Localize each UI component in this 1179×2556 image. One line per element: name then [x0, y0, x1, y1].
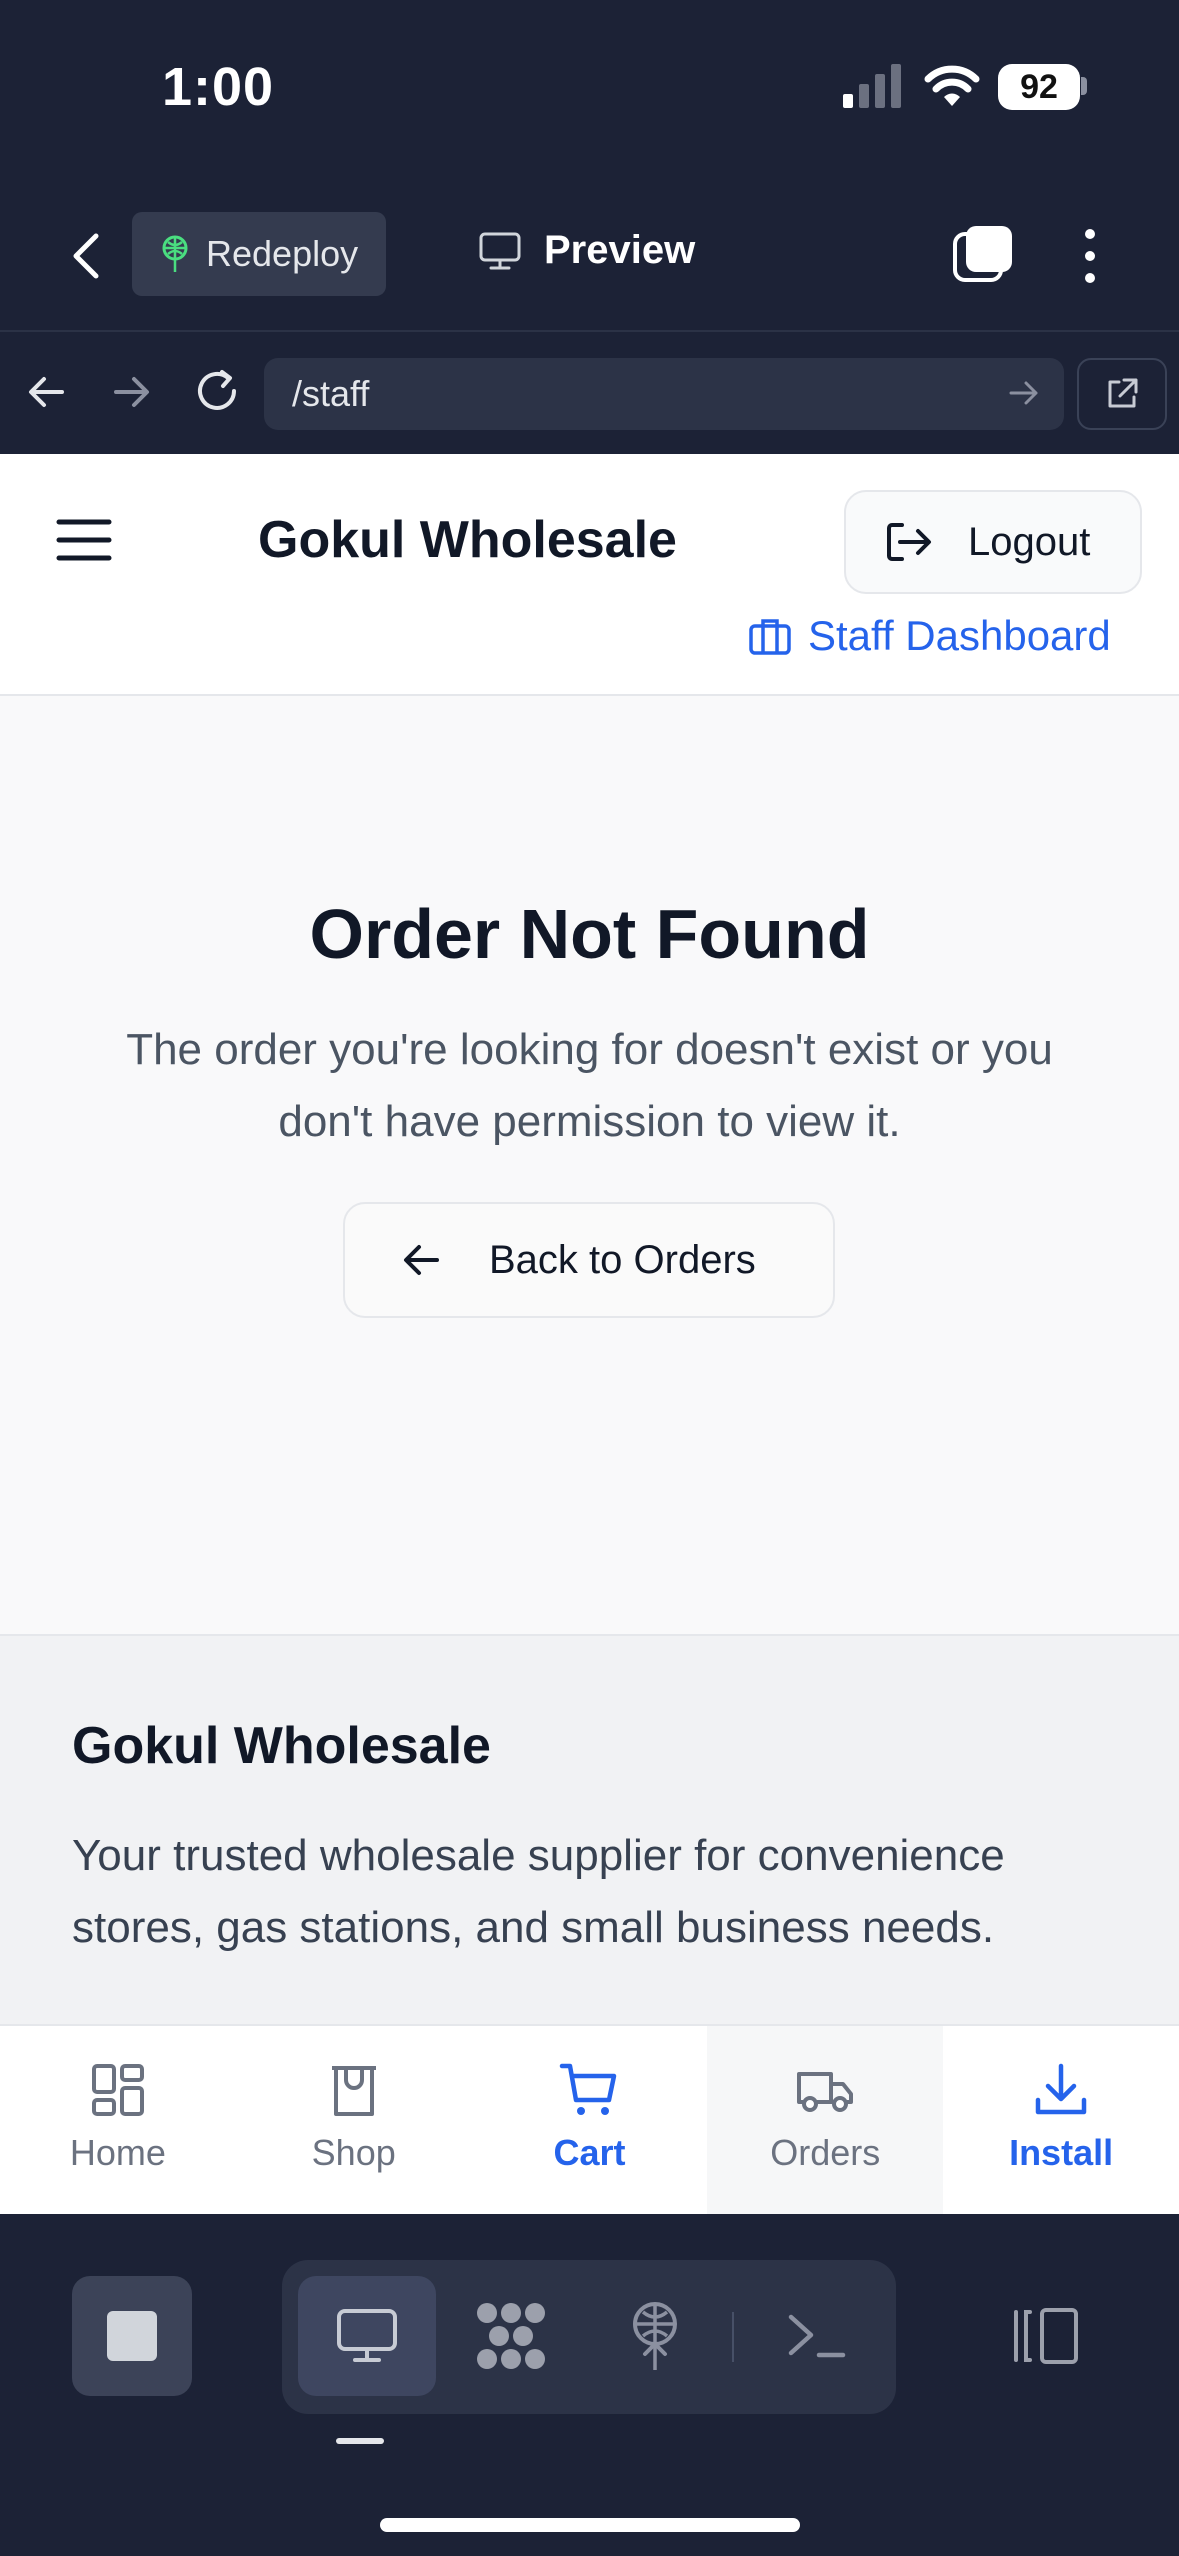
- apps-view-button[interactable]: [442, 2276, 580, 2396]
- app-header: Gokul Wholesale Logout Staff Dashboard: [0, 454, 1179, 696]
- status-time: 1:00: [162, 57, 275, 117]
- ide-view-switcher: [282, 2260, 896, 2414]
- site-footer: Gokul Wholesale Your trusted wholesale s…: [0, 1634, 1179, 2024]
- tabs-icon[interactable]: [952, 224, 1014, 286]
- cart-icon: [560, 2063, 617, 2115]
- redeploy-label: Redeploy: [206, 233, 359, 274]
- briefcase-icon: [749, 619, 791, 655]
- terminal-icon: [788, 2314, 846, 2358]
- footer-title: Gokul Wholesale: [72, 1717, 491, 1775]
- stop-button[interactable]: [72, 2276, 192, 2396]
- redeploy-button[interactable]: Redeploy: [132, 212, 386, 296]
- arrow-left-icon[interactable]: [24, 372, 68, 412]
- page-title: Order Not Found: [309, 895, 870, 973]
- battery-tip: [1081, 77, 1087, 95]
- active-tab-indicator: [336, 2438, 384, 2444]
- split-view-icon[interactable]: [1008, 2306, 1080, 2366]
- editor-toolbar: Redeploy Preview: [0, 180, 1179, 330]
- more-menu-icon[interactable]: [1080, 226, 1100, 286]
- nav-item-orders[interactable]: Orders: [707, 2026, 944, 2214]
- nav-item-shop[interactable]: Shop: [236, 2026, 472, 2214]
- nav-item-cart[interactable]: Cart: [472, 2026, 708, 2214]
- deploy-icon: [162, 235, 188, 272]
- shop-icon: [331, 2066, 376, 2116]
- main-content: Order Not Found The order you're looking…: [0, 696, 1179, 1634]
- nav-label-cart: Cart: [553, 2132, 626, 2173]
- reload-icon[interactable]: [192, 366, 242, 416]
- bottom-navigation: Home Shop Cart Orders Install: [0, 2024, 1179, 2214]
- stop-icon: [107, 2311, 157, 2361]
- logout-button[interactable]: Logout: [844, 490, 1142, 594]
- brand-title[interactable]: Gokul Wholesale: [258, 510, 677, 570]
- nav-label-orders: Orders: [770, 2132, 881, 2173]
- monitor-icon: [479, 232, 521, 269]
- preview-toggle[interactable]: Preview: [478, 228, 695, 273]
- open-external-button[interactable]: [1077, 358, 1167, 430]
- deploy-icon: [633, 2302, 677, 2370]
- chevron-left-icon[interactable]: [62, 228, 110, 284]
- battery-indicator: 92: [998, 64, 1080, 110]
- go-arrow-icon[interactable]: [1008, 378, 1040, 408]
- download-icon: [1035, 2063, 1087, 2115]
- external-link-icon: [1108, 378, 1138, 408]
- logout-label: Logout: [968, 519, 1091, 564]
- preview-label: Preview: [544, 228, 696, 272]
- nav-label-home: Home: [69, 2132, 166, 2173]
- hamburger-menu-icon[interactable]: [56, 518, 112, 562]
- empty-state-message: The order you're looking for doesn't exi…: [126, 1025, 1053, 1146]
- back-to-orders-button[interactable]: Back to Orders: [343, 1202, 835, 1318]
- apps-cluster-icon: [477, 2303, 545, 2369]
- grid-icon: [91, 2064, 144, 2116]
- toolbar-divider: [732, 2312, 734, 2362]
- browser-url-bar: [0, 330, 1179, 454]
- truck-icon: [797, 2072, 854, 2112]
- deploy-view-button[interactable]: [586, 2276, 724, 2396]
- monitor-icon: [337, 2309, 397, 2362]
- back-to-orders-label: Back to Orders: [489, 1237, 756, 1282]
- arrow-left-icon: [404, 1245, 439, 1275]
- logout-icon: [887, 523, 931, 561]
- shell-view-button[interactable]: [748, 2276, 886, 2396]
- wifi-icon: [924, 65, 980, 106]
- arrow-right-icon[interactable]: [110, 372, 154, 412]
- ide-bottom-toolbar: [0, 2214, 1179, 2556]
- preview-view-button[interactable]: [298, 2276, 436, 2396]
- signal-icon: [843, 64, 901, 108]
- nav-label-install: Install: [1009, 2132, 1114, 2173]
- status-bar: 1:00 92: [0, 0, 1179, 180]
- nav-item-home[interactable]: Home: [0, 2026, 236, 2214]
- staff-dashboard-label: Staff Dashboard: [808, 612, 1111, 659]
- staff-dashboard-link[interactable]: Staff Dashboard: [748, 612, 1111, 660]
- nav-label-shop: Shop: [311, 2132, 396, 2173]
- home-indicator: [380, 2518, 800, 2532]
- url-input[interactable]: [264, 358, 1064, 430]
- nav-item-install[interactable]: Install: [943, 2026, 1179, 2214]
- footer-description: Your trusted wholesale supplier for conv…: [72, 1831, 1005, 1952]
